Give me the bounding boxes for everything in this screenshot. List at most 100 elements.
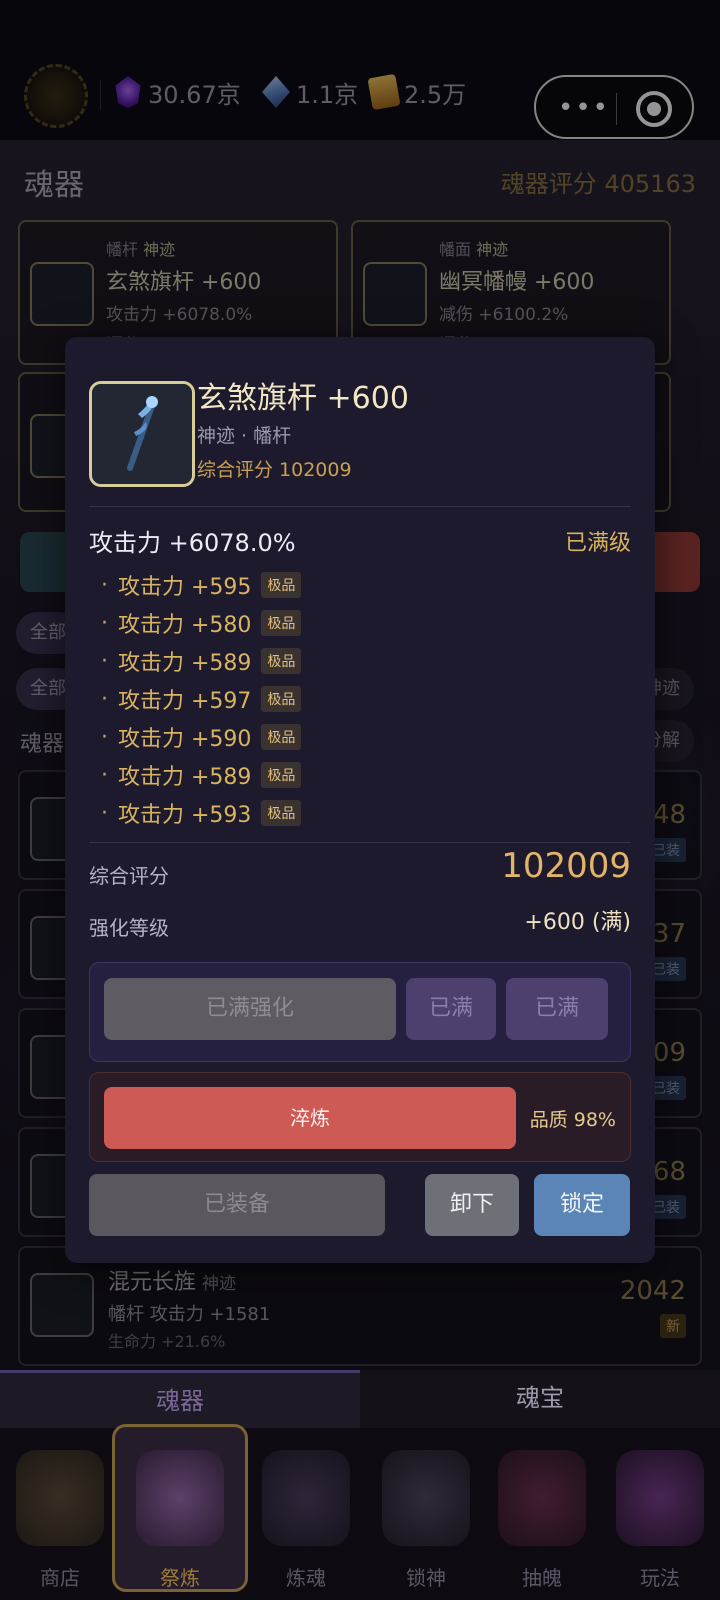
page-title: 魂器 — [24, 168, 84, 203]
item-name-text: 混元长旌 — [108, 1270, 197, 1295]
flag-pole-icon — [30, 262, 94, 326]
sub-stat: · 攻击力 +580 极品 — [101, 608, 302, 638]
item-title: 玄煞旗杆 +600 — [197, 381, 409, 416]
slot-name: 玄煞旗杆 +600 — [106, 270, 262, 295]
enhance-level-value: +600 (满) — [524, 910, 631, 935]
flag-pole-art — [92, 384, 192, 484]
resource-value: 30.67京 — [148, 80, 241, 109]
total-score: 魂器评分 405163 — [500, 170, 696, 198]
vortex-portal-icon — [498, 1450, 586, 1546]
bullet: · — [101, 762, 108, 788]
item-subtitle: 神迹 · 幡杆 — [197, 425, 292, 447]
nav-label: 抽魄 — [522, 1566, 562, 1590]
quality-badge: 极品 — [261, 800, 302, 826]
item-score: 09 — [652, 1038, 686, 1068]
quality-badge: 极品 — [261, 762, 302, 788]
bullet: · — [101, 648, 108, 674]
nav-label: 祭炼 — [160, 1566, 200, 1590]
nav-label: 商店 — [40, 1566, 80, 1590]
enhance-panel: 已满强化 已满 已满 — [89, 962, 631, 1062]
nav-sacrifice[interactable]: 祭炼 — [110, 1424, 248, 1600]
sub-stat: · 攻击力 +593 极品 — [101, 798, 302, 828]
section-label: 魂器 — [20, 732, 65, 757]
nav-label: 玩法 — [640, 1566, 680, 1590]
flag-pole-icon — [89, 381, 195, 487]
max-enhance-button[interactable]: 已满强化 — [104, 978, 396, 1040]
demon-skull-icon — [262, 1450, 350, 1546]
more-menu-icon[interactable]: ••• — [558, 94, 608, 122]
resource-chest: 2.5万 — [367, 72, 466, 112]
item-score: 2042 — [619, 1276, 686, 1306]
sub-stat-text: 攻击力 +593 — [118, 803, 252, 828]
slot-category: 幡杆 神迹 — [106, 236, 175, 260]
full-button-2[interactable]: 已满 — [506, 978, 608, 1040]
shop-chest-icon — [16, 1450, 104, 1546]
maxed-label: 已满级 — [564, 531, 631, 556]
chained-altar-icon — [382, 1450, 470, 1546]
purple-spirit-icon — [616, 1450, 704, 1546]
refine-button[interactable]: 淬炼 — [104, 1087, 516, 1149]
new-badge: 新 — [660, 1314, 686, 1338]
sub-stat-text: 攻击力 +590 — [118, 727, 252, 752]
nav-lock-god[interactable]: 锁神 — [366, 1428, 486, 1600]
item-detail-dialog: 玄煞旗杆 +600 神迹 · 幡杆 综合评分 102009 攻击力 +6078.… — [65, 337, 655, 1263]
item-quality: 神迹 — [202, 1274, 237, 1294]
nav-label: 炼魂 — [286, 1566, 326, 1590]
quality-badge: 极品 — [261, 648, 302, 674]
unequip-button[interactable]: 卸下 — [425, 1174, 519, 1236]
enhance-level-label: 强化等级 — [89, 916, 169, 940]
main-stat: 攻击力 +6078.0% — [89, 529, 296, 557]
nav-label: 锁神 — [406, 1566, 446, 1590]
sub-stat: · 攻击力 +595 极品 — [101, 570, 302, 600]
resource-value: 1.1京 — [296, 80, 359, 109]
action-button-red[interactable] — [650, 532, 700, 592]
equipped-button[interactable]: 已装备 — [89, 1174, 385, 1236]
total-score-value: 102009 — [501, 846, 631, 886]
tab-soul-artifact[interactable]: 魂器 — [0, 1370, 360, 1428]
quality-label: 品质 98% — [529, 1109, 616, 1131]
item-score: 48 — [652, 800, 686, 830]
quality-badge: 极品 — [261, 610, 302, 636]
item-score: 37 — [652, 919, 686, 949]
divider — [100, 80, 101, 110]
slot-name: 幽冥幡幔 +600 — [439, 270, 595, 295]
bullet: · — [101, 686, 108, 712]
sub-stat: · 攻击力 +590 极品 — [101, 722, 302, 752]
slot-quality: 神迹 — [476, 240, 509, 259]
close-target-icon[interactable] — [636, 91, 672, 127]
sub-stat-text: 攻击力 +580 — [118, 613, 252, 638]
sub-stat: · 攻击力 +589 极品 — [101, 646, 302, 676]
resource-crystal: 1.1京 — [262, 72, 358, 112]
banner-cloth-icon — [363, 262, 427, 326]
bullet: · — [101, 724, 108, 750]
nav-soul-refine[interactable]: 炼魂 — [246, 1428, 366, 1600]
sub-stat-text: 攻击力 +589 — [118, 765, 252, 790]
nav-gameplay[interactable]: 玩法 — [600, 1428, 720, 1600]
wheel-logo-icon[interactable] — [24, 64, 88, 128]
item-stat-2: 生命力 +21.6% — [108, 1332, 226, 1351]
miniprogram-capsule: ••• — [534, 75, 694, 139]
sub-stat-text: 攻击力 +595 — [118, 575, 252, 600]
sub-stat-text: 攻击力 +597 — [118, 689, 252, 714]
quality-badge: 极品 — [261, 572, 302, 598]
full-button-1[interactable]: 已满 — [406, 978, 496, 1040]
action-button-teal[interactable] — [20, 532, 70, 592]
quality-badge: 极品 — [261, 724, 302, 750]
tab-soul-treasure[interactable]: 魂宝 — [360, 1370, 720, 1428]
nav-draw-soul[interactable]: 抽魄 — [482, 1428, 602, 1600]
bullet: · — [101, 610, 108, 636]
sub-stat-text: 攻击力 +589 — [118, 651, 252, 676]
refine-panel: 淬炼 品质 98% — [89, 1072, 631, 1162]
capsule-divider — [616, 93, 617, 125]
slot-category: 幡面 神迹 — [439, 236, 508, 260]
item-score-line: 综合评分 102009 — [197, 459, 352, 481]
list-item[interactable]: 混元长旌 神迹 幡杆 攻击力 +1581 生命力 +21.6% 2042 新 — [18, 1246, 702, 1366]
top-status-bar: 30.67京 1.1京 2.5万 ••• — [0, 60, 720, 140]
lock-button[interactable]: 锁定 — [534, 1174, 630, 1236]
slot-stat: 减伤 +6100.2% — [439, 305, 569, 325]
bullet: · — [101, 800, 108, 826]
nav-shop[interactable]: 商店 — [0, 1428, 120, 1600]
slot-stat: 攻击力 +6078.0% — [106, 305, 253, 325]
resource-soul-gem: 30.67京 — [114, 72, 241, 112]
blue-crystal-icon — [262, 76, 290, 108]
